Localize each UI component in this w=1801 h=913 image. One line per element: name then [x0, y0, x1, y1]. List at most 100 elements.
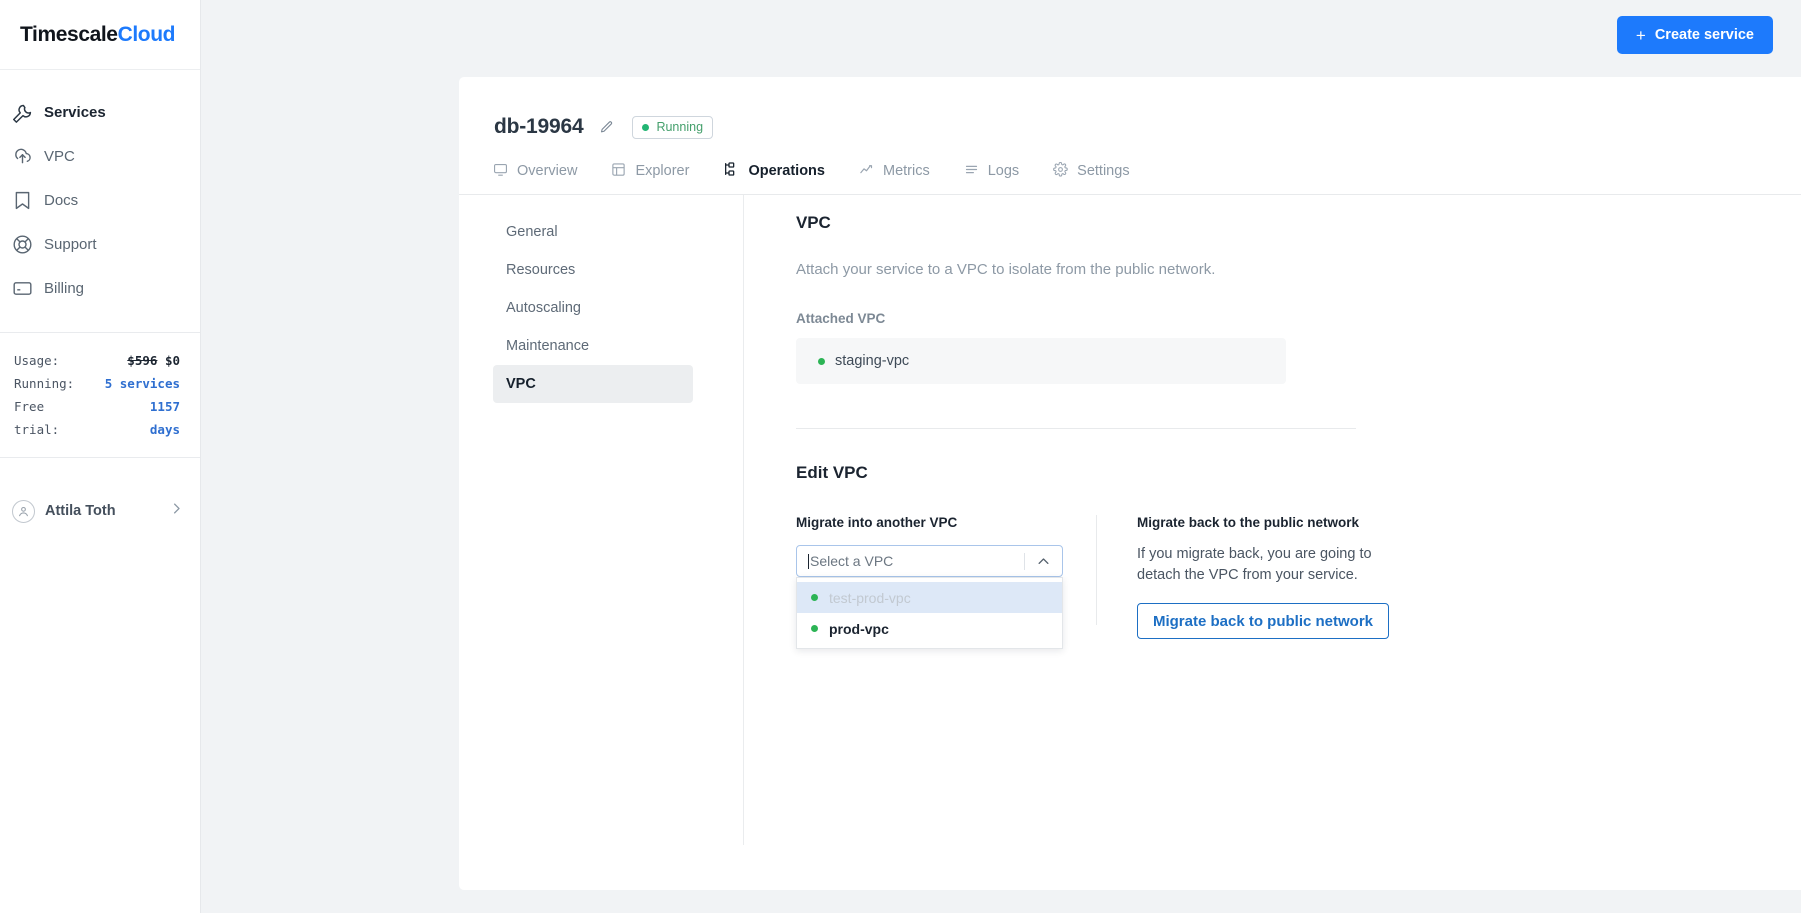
tab-label: Explorer: [635, 163, 690, 179]
vpc-option-label: prod-vpc: [829, 620, 889, 637]
migrate-back-description: If you migrate back, you are going to de…: [1137, 546, 1372, 583]
plus-icon: +: [1635, 25, 1646, 45]
subnav-item-resources[interactable]: Resources: [493, 251, 693, 289]
logo-text-primary: Timescale: [20, 22, 118, 46]
credit-card-icon: [12, 278, 44, 299]
monitor-icon: [493, 162, 508, 181]
usage-label: Usage:: [14, 353, 60, 368]
migrate-back-column: Migrate back to the public network If yo…: [1137, 515, 1417, 639]
free-trial-value-2: days: [149, 422, 180, 437]
flow-icon: [723, 161, 739, 181]
status-label: Running: [656, 120, 704, 134]
lifebuoy-icon: [12, 234, 44, 255]
table-icon: [611, 162, 626, 181]
sidebar-item-label: Support: [44, 235, 97, 253]
vpc-select-input[interactable]: Select a VPC: [796, 545, 1063, 577]
subnav-item-general[interactable]: General: [493, 213, 693, 251]
vpc-panel: VPC Attach your service to a VPC to isol…: [744, 195, 1801, 845]
status-dot-icon: [642, 123, 650, 131]
vpc-select-placeholder: Select a VPC: [810, 553, 894, 569]
vpc-heading: VPC: [796, 213, 831, 232]
vpc-description: Attach your service to a VPC to isolate …: [796, 261, 1216, 278]
subnav-item-vpc[interactable]: VPC: [493, 365, 693, 403]
usage-new-amount: $0: [164, 353, 180, 368]
service-card: db-19964 Running Overview Explorer Opera…: [459, 77, 1801, 890]
tab-overview[interactable]: Overview: [493, 162, 577, 181]
edit-pencil-icon[interactable]: [599, 120, 614, 135]
avatar: [12, 499, 35, 523]
edit-vpc-heading: Edit VPC: [796, 463, 868, 482]
user-menu[interactable]: Attila Toth: [0, 480, 200, 542]
subnav-item-autoscaling[interactable]: Autoscaling: [493, 289, 693, 327]
service-tabs: Overview Explorer Operations Metrics Log…: [459, 139, 1801, 195]
edit-vpc-columns: Migrate into another VPC Select a VPC te…: [796, 515, 1801, 649]
tab-label: Overview: [517, 163, 578, 179]
gear-icon: [1053, 161, 1068, 181]
usage-old-amount: $596: [127, 353, 158, 368]
free-trial-label-2: trial:: [14, 422, 60, 437]
attached-vpc-label: Attached VPC: [796, 311, 886, 326]
subnav-label: Autoscaling: [506, 300, 581, 316]
running-label: Running:: [14, 376, 75, 391]
cloud-upload-icon: [12, 146, 44, 167]
subnav-item-maintenance[interactable]: Maintenance: [493, 327, 693, 365]
subnav-label: VPC: [506, 376, 536, 392]
sidebar-item-vpc[interactable]: VPC: [0, 134, 200, 178]
wrench-icon: [12, 102, 44, 123]
service-header: db-19964 Running: [459, 77, 1801, 139]
chevron-up-icon[interactable]: [1036, 554, 1051, 569]
subnav-label: Maintenance: [506, 338, 590, 354]
create-service-label: Create service: [1654, 27, 1754, 43]
tab-settings[interactable]: Settings: [1053, 161, 1130, 181]
usage-row-usage: Usage: $596 $0: [14, 349, 180, 372]
divider: [0, 457, 200, 458]
vpc-option-prod-vpc[interactable]: prod-vpc: [797, 613, 1062, 644]
usage-panel: Usage: $596 $0 Running: 5 services Free …: [0, 333, 200, 457]
usage-row-trial-2: trial: days: [14, 418, 180, 441]
column-divider: [1096, 515, 1097, 625]
vpc-option-dot-icon: [811, 594, 818, 601]
text-cursor: [808, 553, 809, 569]
sidebar-item-label: Billing: [44, 279, 85, 297]
subnav-label: Resources: [506, 262, 576, 278]
sidebar-item-billing[interactable]: Billing: [0, 266, 200, 310]
usage-row-running: Running: 5 services: [14, 372, 180, 395]
tab-label: Logs: [987, 163, 1020, 179]
create-service-button[interactable]: + Create service: [1616, 16, 1773, 54]
running-value: 5 services: [104, 376, 180, 391]
vpc-option-label: test-prod-vpc: [829, 589, 911, 606]
tab-operations[interactable]: Operations: [723, 161, 825, 181]
tab-metrics[interactable]: Metrics: [859, 162, 930, 181]
user-name: Attila Toth: [45, 503, 116, 519]
tab-logs[interactable]: Logs: [964, 162, 1019, 181]
operations-subnav: General Resources Autoscaling Maintenanc…: [493, 195, 693, 845]
usage-row-trial-1: Free 1157: [14, 395, 180, 418]
bookmark-icon: [12, 190, 44, 211]
migrate-into-column: Migrate into another VPC Select a VPC te…: [796, 515, 1086, 649]
section-divider: [796, 428, 1356, 429]
sidebar-item-label: Docs: [44, 191, 79, 209]
sidebar-item-services[interactable]: Services: [0, 90, 200, 134]
sidebar-item-docs[interactable]: Docs: [0, 178, 200, 222]
migrate-back-button[interactable]: Migrate back to public network: [1137, 603, 1389, 639]
tab-label: Metrics: [882, 163, 930, 179]
subnav-label: General: [506, 224, 558, 240]
app-root: TimescaleCloud Services VPC Docs Support…: [0, 0, 1801, 913]
migrate-into-label: Migrate into another VPC: [796, 515, 958, 530]
sidebar-nav: Services VPC Docs Support Billing: [0, 70, 200, 310]
status-badge: Running: [632, 115, 714, 139]
page-title: db-19964: [494, 115, 584, 138]
logo-text-secondary: Cloud: [117, 22, 176, 46]
sidebar: TimescaleCloud Services VPC Docs Support…: [0, 0, 201, 913]
topbar: + Create service: [201, 0, 1801, 70]
migrate-back-heading: Migrate back to the public network: [1137, 515, 1360, 530]
sidebar-item-support[interactable]: Support: [0, 222, 200, 266]
usage-value: $596 $0: [127, 349, 180, 372]
tab-explorer[interactable]: Explorer: [611, 162, 689, 181]
select-divider: [1024, 552, 1025, 570]
tab-label: Operations: [748, 163, 825, 179]
logo[interactable]: TimescaleCloud: [0, 0, 200, 70]
vpc-option-test-prod-vpc[interactable]: test-prod-vpc: [797, 582, 1062, 613]
list-icon: [964, 162, 979, 181]
free-trial-label-1: Free: [14, 399, 45, 414]
